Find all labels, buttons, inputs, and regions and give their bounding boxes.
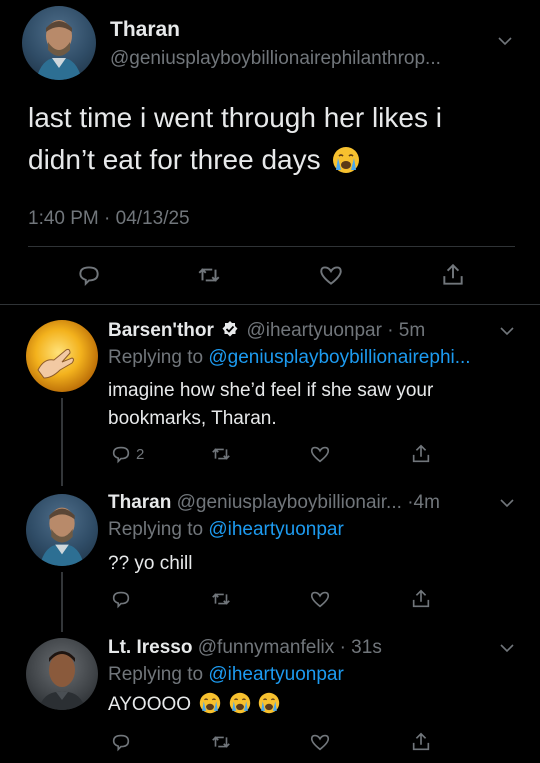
replying-to-handle[interactable]: @geniusplayboybillionairephi...	[208, 347, 470, 368]
thread-line	[61, 398, 63, 486]
reply-time: · 5m	[387, 320, 426, 341]
share-icon[interactable]	[410, 731, 432, 753]
replying-to: Replying to @iheartyuonpar	[108, 664, 518, 686]
author-name[interactable]: Barsen'thor	[108, 320, 214, 341]
divider	[28, 246, 515, 247]
divider	[0, 304, 540, 305]
reply-text-line-1: ?? yo chill	[108, 553, 193, 574]
retweet-icon[interactable]	[210, 443, 232, 465]
tweet-text-line-2-row: didn’t eat for three days	[28, 144, 360, 176]
retweet-icon[interactable]	[210, 588, 232, 610]
chevron-down-icon[interactable]	[500, 643, 514, 653]
replying-to-label: Replying to	[108, 664, 204, 685]
replying-to-label: Replying to	[108, 519, 204, 540]
tweet-text-line-1: last time i went through her likes i	[28, 102, 442, 133]
reply-time: · 31s	[339, 637, 382, 658]
replying-to-handle[interactable]: @iheartyuonpar	[208, 664, 343, 685]
replying-to-label: Replying to	[108, 347, 204, 368]
crying-emoji-icon	[200, 693, 221, 714]
reply-header: Lt. Iresso @funnymanfelix · 31s	[108, 637, 488, 659]
avatar-image	[36, 20, 82, 80]
chevron-down-icon[interactable]	[500, 326, 514, 336]
retweet-icon[interactable]	[196, 262, 222, 288]
replying-to: Replying to @geniusplayboybillionairephi…	[108, 347, 518, 369]
reply-time: ·4m	[407, 492, 440, 513]
avatar[interactable]	[26, 638, 98, 710]
reply-icon[interactable]	[110, 588, 132, 610]
like-icon[interactable]	[309, 443, 331, 465]
reply-text-row: AYOOOO	[108, 693, 280, 716]
tweet-text-line-2: didn’t eat for three days	[28, 144, 321, 175]
reply-text-line-1: AYOOOO	[108, 694, 192, 715]
like-icon[interactable]	[318, 262, 344, 288]
author-name[interactable]: Tharan	[108, 492, 171, 513]
reply-header: Tharan @geniusplayboybillionair... ·4m	[108, 492, 488, 514]
chevron-down-icon[interactable]	[498, 36, 512, 46]
avatar[interactable]	[26, 494, 98, 566]
replying-to: Replying to @iheartyuonpar	[108, 519, 518, 541]
thread-line	[61, 572, 63, 632]
reply-icon[interactable]	[110, 443, 132, 465]
chevron-down-icon[interactable]	[500, 498, 514, 508]
avatar[interactable]	[22, 6, 96, 80]
avatar-image	[38, 651, 86, 710]
author-handle[interactable]: @geniusplayboybillionairephilanthrop...	[110, 48, 485, 70]
crying-emoji-icon	[258, 693, 280, 714]
avatar[interactable]	[26, 320, 98, 392]
author-name[interactable]: Lt. Iresso	[108, 637, 192, 658]
verified-badge-icon	[222, 321, 238, 337]
timestamp[interactable]: 1:40 PM · 04/13/25	[28, 208, 190, 230]
avatar-image	[37, 348, 74, 379]
replying-to-handle[interactable]: @iheartyuonpar	[208, 519, 343, 540]
author-name[interactable]: Tharan	[110, 18, 180, 42]
reply-count: 2	[136, 446, 145, 463]
share-icon[interactable]	[410, 443, 432, 465]
like-icon[interactable]	[309, 731, 331, 753]
retweet-icon[interactable]	[210, 731, 232, 753]
author-handle[interactable]: @funnymanfelix	[198, 637, 335, 658]
crying-emoji-icon	[229, 693, 250, 714]
author-handle[interactable]: @iheartyuonpar	[246, 320, 381, 341]
reply-header: Barsen'thor @iheartyuonpar · 5m	[108, 320, 488, 342]
reply-text-line-1: imagine how she’d feel if she saw your	[108, 380, 434, 401]
reply-text-line-2: bookmarks, Tharan.	[108, 408, 277, 429]
share-icon[interactable]	[440, 262, 466, 288]
avatar-image	[39, 507, 85, 566]
reply-icon[interactable]	[76, 262, 102, 288]
reply-icon[interactable]	[110, 731, 132, 753]
crying-emoji-icon	[333, 146, 360, 173]
like-icon[interactable]	[309, 588, 331, 610]
author-handle[interactable]: @geniusplayboybillionair...	[177, 492, 402, 513]
share-icon[interactable]	[410, 588, 432, 610]
